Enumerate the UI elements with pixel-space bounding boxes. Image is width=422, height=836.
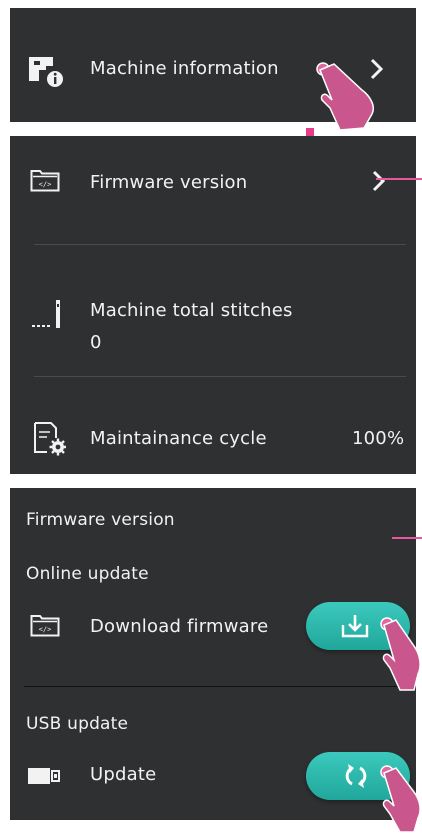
total-stitches-value: 0 — [90, 332, 102, 353]
needle-stitch-icon — [32, 298, 66, 336]
usb-update-section-label: USB update — [26, 714, 129, 734]
download-firmware-row: </> Download firmware — [10, 600, 416, 670]
total-stitches-label: Machine total stitches — [90, 300, 293, 321]
divider — [34, 244, 406, 245]
divider — [34, 376, 406, 377]
firmware-folder-icon: </> — [30, 168, 60, 196]
sewing-machine-info-icon — [26, 53, 66, 93]
refresh-icon — [345, 764, 367, 788]
machine-information-label: Machine information — [90, 58, 279, 79]
svg-text:</>: </> — [39, 626, 52, 634]
touch-hand-icon — [374, 760, 422, 836]
divider — [24, 686, 402, 687]
update-label: Update — [90, 764, 157, 785]
annotation-connector-line — [392, 537, 422, 539]
maintenance-cycle-value: 100% — [352, 428, 405, 449]
total-stitches-row: Machine total stitches 0 — [10, 256, 416, 366]
usb-drive-icon — [28, 766, 60, 790]
maintenance-cycle-label: Maintainance cycle — [90, 428, 267, 449]
touch-hand-icon — [310, 56, 380, 136]
online-update-section-label: Online update — [26, 564, 149, 584]
page-title: Firmware version — [26, 510, 175, 530]
usb-update-row: Update — [10, 752, 416, 814]
firmware-version-label: Firmware version — [90, 172, 248, 193]
download-firmware-label: Download firmware — [90, 616, 269, 637]
firmware-version-row[interactable]: </> Firmware version — [10, 136, 416, 228]
svg-text:</>: </> — [39, 181, 52, 189]
maintenance-cycle-row: Maintainance cycle 100% — [10, 386, 416, 474]
machine-information-details-panel: </> Firmware version Machine total stitc… — [10, 136, 416, 474]
chevron-right-icon[interactable] — [372, 170, 386, 196]
firmware-folder-icon: </> — [30, 613, 60, 641]
annotation-connector-line — [376, 178, 422, 180]
firmware-version-panel: Firmware version Online update </> Downl… — [10, 488, 416, 820]
download-icon — [341, 615, 369, 638]
touch-hand-icon — [374, 610, 422, 698]
maintenance-gear-icon — [32, 420, 67, 460]
